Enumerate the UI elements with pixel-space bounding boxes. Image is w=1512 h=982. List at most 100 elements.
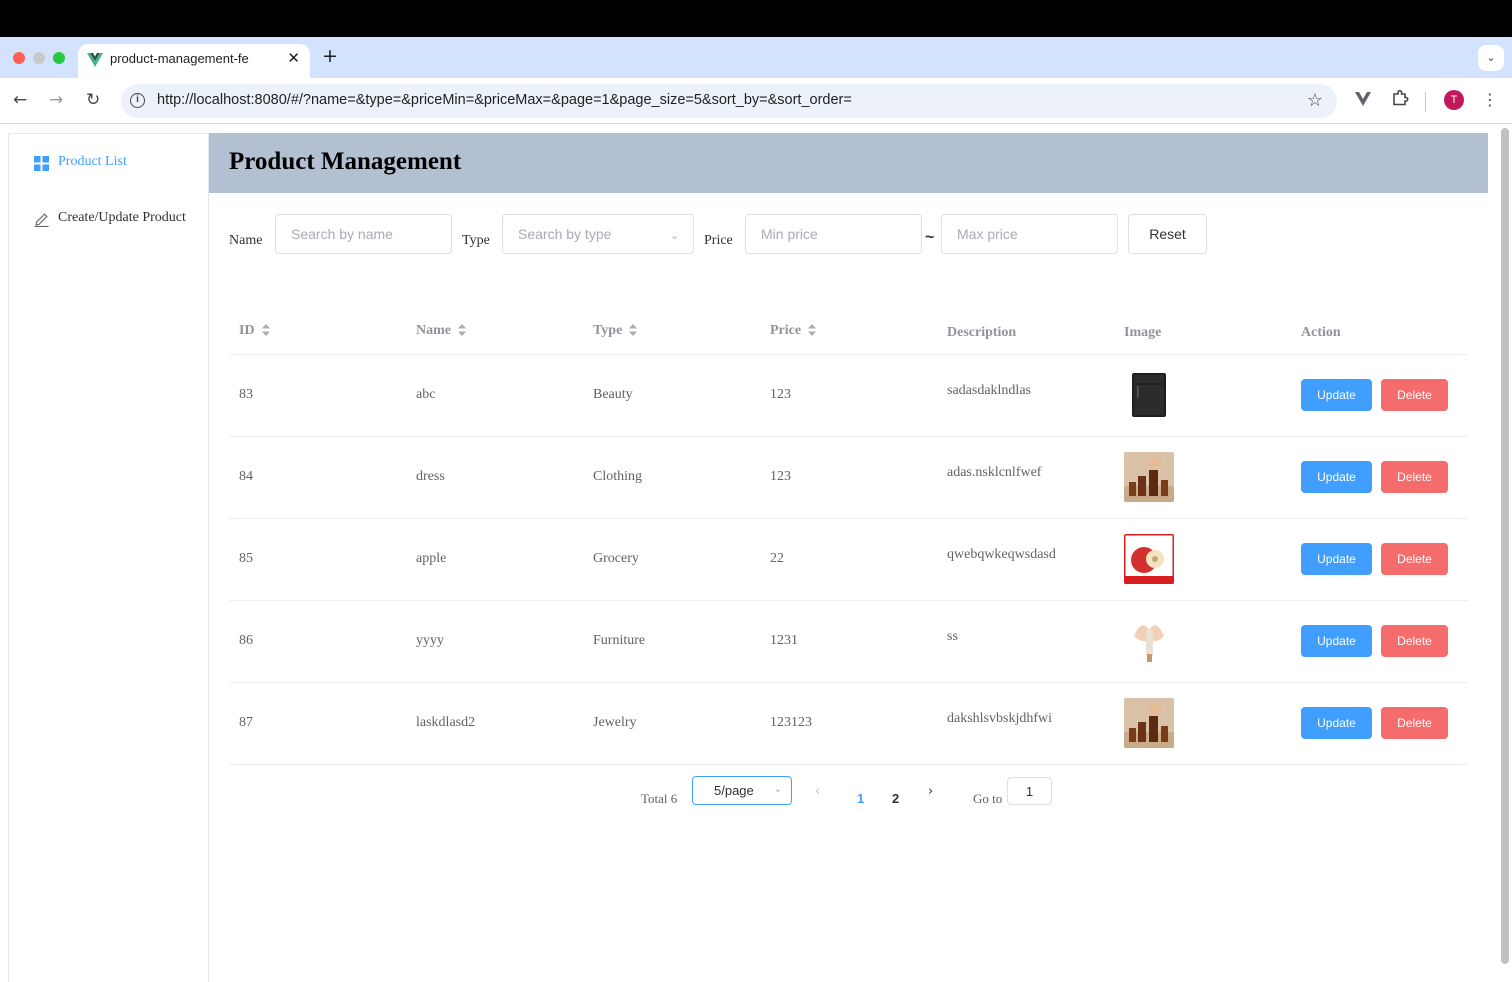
update-button[interactable]: Update <box>1301 461 1372 493</box>
tab-search-icon[interactable]: ⌄ <box>1478 45 1504 71</box>
browser-tab[interactable]: product-management-fe ✕ <box>78 44 310 78</box>
edit-icon <box>34 213 49 227</box>
browser-tab-strip: product-management-fe ✕ + ⌄ <box>0 37 1512 78</box>
table-row: 86 yyyy Furniture 1231 ss Update Delete <box>229 601 1468 683</box>
name-search-input[interactable] <box>275 214 452 254</box>
page-header: Product Management <box>209 133 1488 193</box>
page-scrollbar[interactable] <box>1499 128 1511 966</box>
chevron-down-icon: ⌄ <box>670 229 680 242</box>
column-header-name[interactable]: Name <box>416 323 467 339</box>
column-header-price[interactable]: Price <box>770 323 817 339</box>
product-thumbnail-bottles <box>1124 698 1174 748</box>
vue-devtools-icon[interactable] <box>1355 92 1371 106</box>
next-page-icon[interactable]: › <box>928 784 933 799</box>
sort-icon[interactable] <box>261 323 271 337</box>
cell-price: 123 <box>770 469 791 484</box>
bookmark-star-icon[interactable]: ☆ <box>1307 90 1323 111</box>
browser-menu-icon[interactable]: ⋮ <box>1482 90 1498 110</box>
column-header-image: Image <box>1124 325 1162 340</box>
sidebar-item-product-list[interactable]: Product List <box>9 136 208 192</box>
cell-description: ss <box>947 629 958 644</box>
column-label: Name <box>416 323 451 338</box>
delete-button[interactable]: Delete <box>1381 543 1448 575</box>
cell-id: 86 <box>239 633 253 648</box>
cell-description: qwebqwkeqwsdasd <box>947 547 1056 562</box>
address-bar[interactable]: i http://localhost:8080/#/?name=&type=&p… <box>121 84 1337 118</box>
cell-price: 1231 <box>770 633 798 648</box>
min-price-input[interactable] <box>745 214 922 254</box>
sidebar-menu: Product List Create/Update Product <box>8 133 209 982</box>
tab-close-icon[interactable]: ✕ <box>287 49 300 67</box>
column-label: ID <box>239 323 255 338</box>
reload-icon[interactable]: ↻ <box>86 90 100 110</box>
delete-button[interactable]: Delete <box>1381 461 1448 493</box>
chevron-down-icon: ⌄ <box>773 784 782 795</box>
delete-button[interactable]: Delete <box>1381 625 1448 657</box>
extensions-puzzle-icon[interactable] <box>1391 89 1409 107</box>
sort-icon[interactable] <box>628 323 638 337</box>
url-text[interactable]: http://localhost:8080/#/?name=&type=&pri… <box>157 92 852 108</box>
column-header-id[interactable]: ID <box>239 323 271 339</box>
product-thumbnail-bottles <box>1124 452 1174 502</box>
cell-description: adas.nsklcnlfwef <box>947 465 1042 480</box>
os-menu-bar <box>0 0 1512 37</box>
close-window-icon[interactable] <box>13 52 25 64</box>
cell-name: yyyy <box>416 633 444 648</box>
cell-description: sadasdaklndlas <box>947 383 1031 398</box>
table-row: 85 apple Grocery 22 qwebqwkeqwsdasd Upda… <box>229 519 1468 601</box>
sort-icon[interactable] <box>457 323 467 337</box>
cell-id: 83 <box>239 387 253 402</box>
cell-name: apple <box>416 551 447 566</box>
table-row: 84 dress Clothing 123 adas.nsklcnlfwef U… <box>229 437 1468 519</box>
reset-button[interactable]: Reset <box>1128 214 1207 254</box>
browser-toolbar: ← → ↻ i http://localhost:8080/#/?name=&t… <box>0 78 1512 124</box>
cell-id: 87 <box>239 715 253 730</box>
sidebar-item-label: Product List <box>58 154 127 169</box>
cell-type: Clothing <box>593 469 643 484</box>
prev-page-icon[interactable]: ‹ <box>815 784 820 799</box>
update-button[interactable]: Update <box>1301 625 1372 657</box>
table-row: 87 laskdlasd2 Jewelry 123123 dakshlsvbsk… <box>229 683 1468 765</box>
price-filter-label: Price <box>704 233 733 248</box>
new-tab-icon[interactable]: + <box>322 45 338 67</box>
delete-button[interactable]: Delete <box>1381 707 1448 739</box>
profile-avatar[interactable]: T <box>1444 90 1464 110</box>
type-select[interactable] <box>502 214 694 254</box>
page-number-1[interactable]: 1 <box>857 791 864 806</box>
scrollbar-thumb[interactable] <box>1501 128 1509 964</box>
cell-name: abc <box>416 387 436 402</box>
price-range-separator: ~ <box>925 229 935 246</box>
update-button[interactable]: Update <box>1301 707 1372 739</box>
tab-title: product-management-fe <box>110 51 249 66</box>
goto-page-input[interactable] <box>1007 777 1052 805</box>
update-button[interactable]: Update <box>1301 543 1372 575</box>
column-header-type[interactable]: Type <box>593 323 638 339</box>
cell-type: Furniture <box>593 633 646 648</box>
sidebar-item-create-update-product[interactable]: Create/Update Product <box>9 192 208 248</box>
main-content: Product Management Name Type ⌄ Price ~ R… <box>209 133 1489 982</box>
delete-button[interactable]: Delete <box>1381 379 1448 411</box>
cell-id: 84 <box>239 469 253 484</box>
update-button[interactable]: Update <box>1301 379 1372 411</box>
product-table: ID Name Type Price Description Image Act… <box>229 303 1468 765</box>
goto-label: Go to <box>973 791 1003 806</box>
cell-name: laskdlasd2 <box>416 715 476 730</box>
type-filter-label: Type <box>462 233 490 248</box>
product-thumbnail-apple <box>1124 534 1174 584</box>
sort-icon[interactable] <box>807 323 817 337</box>
page-number-2[interactable]: 2 <box>892 791 899 806</box>
table-header-row: ID Name Type Price Description Image Act… <box>229 303 1468 355</box>
cell-price: 123123 <box>770 715 812 730</box>
cell-description: dakshlsvbskjdhfwi <box>947 711 1052 726</box>
page-size-select[interactable]: 5/page ⌄ <box>692 776 792 805</box>
max-price-input[interactable] <box>941 214 1118 254</box>
forward-icon[interactable]: → <box>49 90 63 110</box>
back-icon[interactable]: ← <box>13 90 27 110</box>
column-header-action: Action <box>1301 325 1341 340</box>
site-info-icon[interactable]: i <box>130 93 145 108</box>
vue-logo-icon <box>87 53 103 67</box>
pagination-total: Total 6 <box>641 791 678 806</box>
maximize-window-icon[interactable] <box>53 52 65 64</box>
minimize-window-icon[interactable] <box>33 52 45 64</box>
toolbar-divider <box>1425 92 1426 112</box>
